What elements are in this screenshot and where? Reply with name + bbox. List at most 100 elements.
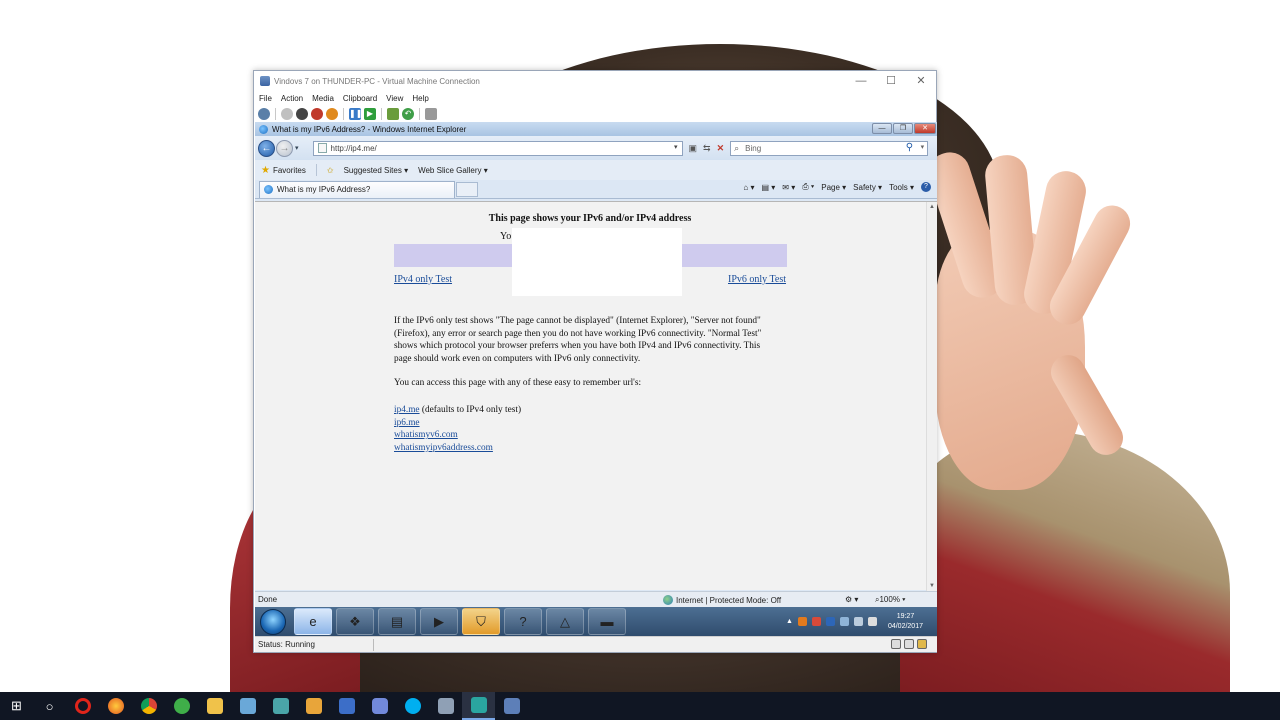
url-link-whatismyipv6address[interactable]: whatismyipv6address.com — [394, 443, 493, 453]
opera-icon[interactable] — [66, 692, 99, 720]
recent-pages-dropdown-icon[interactable]: ▾ — [295, 144, 299, 152]
cortana-search-icon[interactable]: ○ — [33, 692, 66, 720]
discord-icon[interactable] — [363, 692, 396, 720]
taskbar-network-icon[interactable]: ❖ — [336, 608, 374, 635]
tray-shield-icon[interactable] — [825, 617, 835, 626]
zone-settings-icon[interactable]: ⚙ ▾ — [845, 595, 858, 604]
tray-network-icon[interactable] — [853, 617, 863, 626]
url-link-whatismyv6[interactable]: whatismyv6.com — [394, 430, 458, 440]
back-button[interactable]: ← — [258, 139, 275, 157]
scroll-up-icon[interactable]: ▲ — [929, 204, 935, 210]
network-app-icon[interactable] — [231, 692, 264, 720]
refresh-icon[interactable]: ⇆ — [703, 143, 711, 154]
firefox-icon[interactable] — [99, 692, 132, 720]
url-link-ip4[interactable]: ip4.me — [394, 405, 420, 415]
skype-icon[interactable] — [396, 692, 429, 720]
taskbar-help-icon[interactable]: ? — [504, 608, 542, 635]
tray-app-icon[interactable] — [811, 617, 821, 626]
minimize-button[interactable]: — — [846, 73, 876, 89]
taskbar-explorer-icon[interactable]: ▤ — [378, 608, 416, 635]
internet-explorer-window[interactable]: What is my IPv6 Address? - Windows Inter… — [255, 122, 937, 607]
windows-start-icon[interactable]: ⊞ — [0, 692, 33, 720]
vm-title-bar[interactable]: Vindovs 7 on THUNDER-PC - Virtual Machin… — [254, 71, 936, 91]
url-note: (defaults to IPv4 only test) — [419, 405, 522, 415]
resume-icon[interactable]: ▶ — [364, 107, 376, 120]
file-explorer-icon[interactable] — [198, 692, 231, 720]
ie-restore-button[interactable]: ❐ — [893, 123, 913, 134]
tray-app-icon[interactable] — [797, 617, 807, 626]
network-tool-icon[interactable] — [429, 692, 462, 720]
feeds-icon[interactable]: ▤ ▾ — [762, 183, 776, 192]
search-box[interactable]: ⌕ Bing ⚲ ▾ — [730, 140, 929, 156]
menu-clipboard[interactable]: Clipboard — [343, 94, 377, 103]
enhanced-session-icon[interactable] — [425, 107, 437, 120]
menu-help[interactable]: Help — [412, 94, 428, 103]
taskbar-app-icon[interactable]: △ — [546, 608, 584, 635]
hyper-v-manager-icon[interactable] — [495, 692, 528, 720]
taskbar-ie-icon[interactable]: e — [294, 608, 332, 635]
start-icon[interactable] — [281, 107, 293, 120]
scroll-down-icon[interactable]: ▼ — [929, 583, 935, 589]
page-menu[interactable]: Page ▾ — [821, 183, 846, 192]
search-options-dropdown-icon[interactable]: ▾ — [921, 143, 925, 151]
menu-action[interactable]: Action — [281, 94, 303, 103]
stop-icon[interactable]: ✕ — [717, 143, 725, 154]
start-orb-icon[interactable] — [260, 608, 286, 635]
search-button-icon[interactable]: ⚲ — [906, 142, 913, 153]
print-icon[interactable]: ⎙ ▾ — [802, 182, 814, 192]
guest-clock[interactable]: 19:27 04/02/2017 — [888, 612, 923, 632]
ie-minimize-button[interactable]: — — [872, 123, 892, 134]
revert-icon[interactable]: ↶ — [402, 107, 414, 120]
pause-icon[interactable]: ❚❚ — [349, 107, 362, 120]
tray-flag-icon[interactable] — [839, 617, 849, 626]
mail-icon[interactable]: ✉ ▾ — [782, 183, 795, 192]
vertical-scrollbar[interactable]: ▲ ▼ — [926, 202, 937, 591]
explanation-text: If the IPv6 only test shows "The page ca… — [394, 316, 762, 365]
security-zone[interactable]: Internet | Protected Mode: Off — [663, 595, 781, 605]
chrome-icon[interactable] — [132, 692, 165, 720]
favorites-button[interactable]: ★ Favorites — [261, 165, 306, 176]
ie-close-button[interactable]: ✕ — [914, 123, 936, 134]
menu-view[interactable]: View — [386, 94, 403, 103]
search-placeholder[interactable]: Bing — [745, 144, 761, 153]
ipv6-only-test-link[interactable]: IPv6 only Test — [728, 274, 786, 285]
menu-media[interactable]: Media — [312, 94, 334, 103]
maximize-button[interactable]: ☐ — [876, 73, 906, 89]
green-app-icon[interactable] — [165, 692, 198, 720]
help-icon[interactable]: ? — [921, 182, 931, 192]
home-icon[interactable]: ⌂ ▾ — [743, 183, 754, 192]
web-slice-gallery-link[interactable]: Web Slice Gallery ▾ — [418, 166, 488, 175]
address-dropdown-icon[interactable]: ▾ — [674, 143, 678, 151]
zoom-level[interactable]: ⌕100% ▾ — [875, 595, 906, 605]
taskbar-media-player-icon[interactable]: ▶ — [420, 608, 458, 635]
forward-button[interactable]: → — [276, 139, 293, 157]
tab-ipv6-address[interactable]: What is my IPv6 Address? — [259, 180, 455, 198]
ctrl-alt-del-icon[interactable] — [258, 107, 270, 120]
installer-app-icon[interactable] — [330, 692, 363, 720]
new-tab-button[interactable] — [456, 181, 478, 197]
hyper-v-connection-icon[interactable] — [462, 692, 495, 720]
tray-volume-icon[interactable] — [867, 617, 877, 626]
shutdown-icon[interactable] — [311, 107, 323, 120]
show-hidden-icons[interactable]: ▲ — [786, 618, 793, 625]
notepad-app-icon[interactable] — [264, 692, 297, 720]
checkpoint-icon[interactable] — [387, 107, 399, 120]
tools-menu[interactable]: Tools ▾ — [889, 183, 914, 192]
vm-connection-window[interactable]: Vindovs 7 on THUNDER-PC - Virtual Machin… — [253, 70, 937, 653]
add-to-favorites-icon[interactable]: ✩ — [327, 166, 334, 175]
address-bar[interactable]: http://ip4.me/ ▾ — [312, 140, 683, 156]
media-app-icon[interactable] — [297, 692, 330, 720]
menu-file[interactable]: File — [259, 94, 272, 103]
safety-menu[interactable]: Safety ▾ — [853, 183, 882, 192]
taskbar-security-icon[interactable]: ⛉ — [462, 608, 500, 635]
url-link-ip6[interactable]: ip6.me — [394, 418, 420, 428]
suggested-sites-link[interactable]: Suggested Sites ▾ — [344, 166, 409, 175]
address-url[interactable]: http://ip4.me/ — [331, 144, 377, 153]
ipv4-only-test-link[interactable]: IPv4 only Test — [394, 274, 452, 285]
ie-title-bar[interactable]: What is my IPv6 Address? - Windows Inter… — [255, 122, 937, 136]
compatibility-view-icon[interactable]: ▣ — [689, 143, 698, 154]
turn-off-icon[interactable] — [296, 107, 308, 120]
close-button[interactable]: ✕ — [906, 73, 936, 89]
taskbar-toolbox-icon[interactable]: ▬ — [588, 608, 626, 635]
save-state-icon[interactable] — [326, 107, 338, 120]
